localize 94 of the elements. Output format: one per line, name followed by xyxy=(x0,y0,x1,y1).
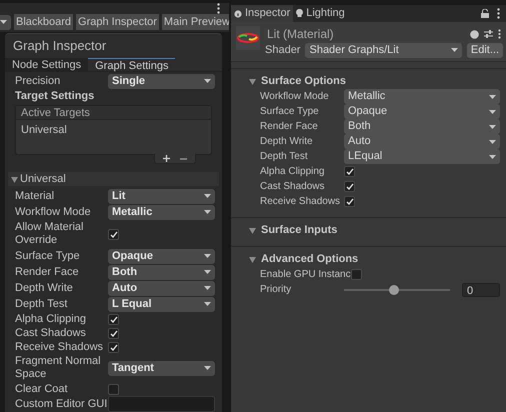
add-icon xyxy=(163,155,170,162)
caret-icon xyxy=(489,94,496,98)
field-label: Depth Test xyxy=(260,150,309,164)
section-header[interactable]: Surface Options xyxy=(261,72,346,90)
caret-icon xyxy=(204,254,211,258)
field-label: Cast Shadows xyxy=(15,326,87,340)
tab[interactable]: Graph Settings xyxy=(88,58,176,71)
more-icon xyxy=(497,8,500,19)
checkbox[interactable] xyxy=(344,166,355,177)
field-label: Surface Type xyxy=(15,250,81,262)
edit-button[interactable]: Edit... xyxy=(466,42,503,58)
toolbar-button[interactable]: Blackboard xyxy=(14,14,74,30)
field-label: Render Face xyxy=(15,266,80,278)
dropdown[interactable]: Auto xyxy=(344,134,500,149)
caret-icon xyxy=(204,302,211,306)
field-label: Shader xyxy=(265,42,300,58)
caret-icon xyxy=(489,110,496,114)
field-label: Workflow Mode xyxy=(260,90,330,104)
field-label: Depth Write xyxy=(15,282,74,294)
field-label: Precision xyxy=(15,74,62,89)
more-icon xyxy=(217,2,220,14)
field-label: Receive Shadows xyxy=(15,340,104,354)
number-field[interactable]: 0 xyxy=(462,282,500,296)
field-label: Enable GPU Instanc xyxy=(260,268,351,282)
caret-icon xyxy=(489,154,496,158)
field-label: Surface Type xyxy=(260,105,320,119)
text-field[interactable] xyxy=(108,396,215,412)
field-label: Cast Shadows xyxy=(260,180,326,194)
check-icon xyxy=(110,230,118,238)
field-label: Custom Editor GUI xyxy=(15,398,108,410)
dropdown[interactable] xyxy=(0,14,11,30)
dropdown[interactable]: Opaque xyxy=(108,248,215,264)
field-label: Allow Material Override xyxy=(15,221,84,247)
caret-icon xyxy=(450,48,458,52)
dropdown[interactable]: Shader Graphs/Lit xyxy=(305,42,462,58)
caret-icon xyxy=(204,79,211,83)
checkbox[interactable] xyxy=(108,328,119,338)
field-label: Fragment Normal Space xyxy=(15,355,102,381)
checkbox[interactable] xyxy=(344,181,355,192)
more-icon xyxy=(498,29,501,39)
field-label: Workflow Mode xyxy=(15,206,92,218)
checkbox[interactable] xyxy=(108,228,119,240)
checkbox[interactable] xyxy=(344,196,355,207)
field-label: Priority xyxy=(260,283,292,297)
checkbox[interactable] xyxy=(350,269,362,280)
tab[interactable]: Inspector xyxy=(231,5,294,22)
field-label: Depth Test xyxy=(15,298,68,310)
caret-icon xyxy=(0,20,7,24)
lock-icon xyxy=(481,9,489,18)
checkbox[interactable] xyxy=(108,342,119,352)
lightbulb-icon xyxy=(296,8,304,18)
dropdown[interactable]: Single xyxy=(108,74,215,88)
caret-icon xyxy=(489,124,496,128)
tab[interactable]: Node Settings xyxy=(5,58,88,71)
dropdown[interactable]: Tangent xyxy=(108,360,215,376)
dropdown[interactable]: Auto xyxy=(108,280,215,296)
caret-icon xyxy=(204,270,211,274)
checkbox[interactable] xyxy=(108,314,119,324)
dropdown[interactable]: Both xyxy=(344,119,500,134)
dropdown[interactable]: L Equal xyxy=(108,296,215,312)
section-heading: Target Settings xyxy=(14,89,96,103)
toolbar-button[interactable]: Main Preview xyxy=(162,14,232,30)
toolbar-button[interactable]: Graph Inspector xyxy=(76,14,159,30)
slider-thumb[interactable] xyxy=(388,284,399,294)
section-header[interactable]: Surface Inputs xyxy=(261,222,338,238)
tab-label: Inspector xyxy=(245,6,290,22)
checkbox[interactable] xyxy=(108,384,119,394)
field-label: Depth Write xyxy=(260,135,314,149)
caret-icon xyxy=(489,140,496,144)
list-header: Active Targets xyxy=(16,106,211,120)
dropdown[interactable]: Metallic xyxy=(108,204,215,220)
dropdown[interactable]: Metallic xyxy=(344,89,500,104)
settings-sliders-icon xyxy=(484,30,493,38)
dropdown[interactable]: LEqual xyxy=(344,149,500,164)
field-label: Receive Shadows xyxy=(260,195,342,209)
dropdown[interactable]: Opaque xyxy=(344,104,500,119)
field-label: Alpha Clipping xyxy=(15,312,87,326)
caret-icon xyxy=(204,210,211,214)
list-item[interactable]: Universal xyxy=(16,120,211,140)
material-preview-icon xyxy=(236,26,260,50)
caret-icon xyxy=(204,286,211,290)
field-label: Material xyxy=(15,190,56,202)
dropdown[interactable]: Lit xyxy=(108,188,215,204)
field-label: Alpha Clipping xyxy=(260,165,326,179)
caret-icon xyxy=(204,194,211,198)
panel-title: Graph Inspector xyxy=(12,37,108,55)
tab-label: Lighting xyxy=(306,6,345,22)
dropdown[interactable]: Both xyxy=(108,264,215,280)
section-header[interactable]: Advanced Options xyxy=(261,250,358,268)
caret-icon xyxy=(204,366,211,370)
material-name: Lit (Material) xyxy=(267,26,335,43)
info-icon xyxy=(234,10,242,18)
field-label: Render Face xyxy=(260,120,319,134)
field-label: Clear Coat xyxy=(15,382,69,396)
